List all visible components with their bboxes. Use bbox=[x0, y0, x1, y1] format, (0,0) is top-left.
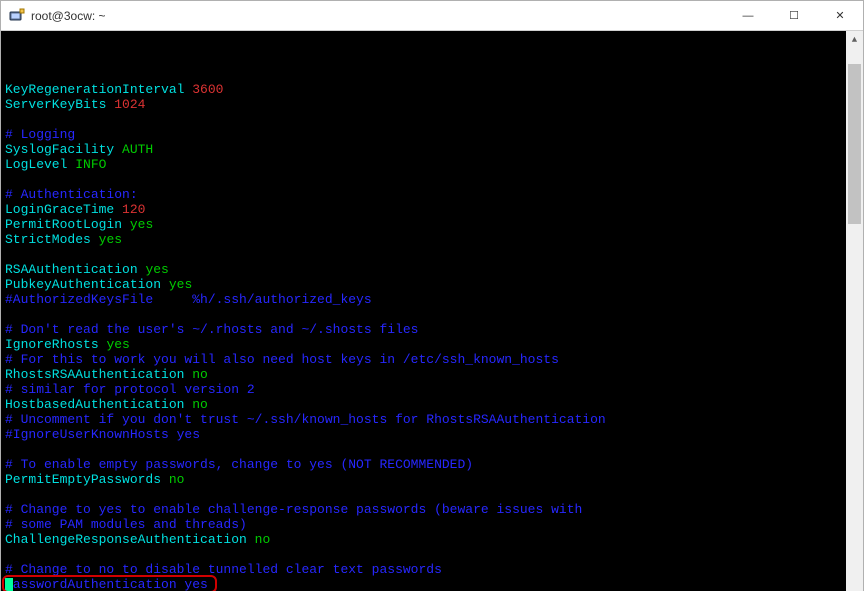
config-line: RSAAuthentication yes bbox=[5, 262, 842, 277]
config-line: # Don't read the user's ~/.rhosts and ~/… bbox=[5, 322, 842, 337]
cursor-line-text: PasswordAuthentication yes bbox=[5, 577, 208, 591]
setting-value: yes bbox=[106, 337, 129, 352]
setting-key: KeyRegenerationInterval bbox=[5, 82, 184, 97]
setting-value: yes bbox=[145, 262, 168, 277]
config-line: # Change to yes to enable challenge-resp… bbox=[5, 502, 842, 517]
setting-value: no bbox=[192, 367, 208, 382]
terminal-area: KeyRegenerationInterval 3600ServerKeyBit… bbox=[1, 31, 863, 591]
setting-key: ServerKeyBits bbox=[5, 97, 106, 112]
titlebar[interactable]: root@3ocw: ~ — ☐ ✕ bbox=[1, 1, 863, 31]
config-line: #IgnoreUserKnownHosts yes bbox=[5, 427, 842, 442]
config-line: # To enable empty passwords, change to y… bbox=[5, 457, 842, 472]
config-line: PubkeyAuthentication yes bbox=[5, 277, 842, 292]
scroll-up-arrow[interactable]: ▲ bbox=[846, 31, 863, 48]
config-line: ServerKeyBits 1024 bbox=[5, 97, 842, 112]
comment-text: # Authentication: bbox=[5, 187, 138, 202]
comment-text: # some PAM modules and threads) bbox=[5, 517, 247, 532]
comment-text: # Don't read the user's ~/.rhosts and ~/… bbox=[5, 322, 418, 337]
comment-text: # Uncomment if you don't trust ~/.ssh/kn… bbox=[5, 412, 606, 427]
config-line: PermitRootLogin yes bbox=[5, 217, 842, 232]
blank-line bbox=[5, 547, 842, 562]
setting-value: yes bbox=[169, 277, 192, 292]
text-cursor bbox=[5, 578, 13, 591]
setting-value: yes bbox=[130, 217, 153, 232]
config-line: SyslogFacility AUTH bbox=[5, 142, 842, 157]
config-line: LoginGraceTime 120 bbox=[5, 202, 842, 217]
config-line: IgnoreRhosts yes bbox=[5, 337, 842, 352]
blank-line bbox=[5, 112, 842, 127]
setting-value: 3600 bbox=[192, 82, 223, 97]
blank-line bbox=[5, 487, 842, 502]
maximize-button[interactable]: ☐ bbox=[771, 1, 817, 31]
terminal[interactable]: KeyRegenerationInterval 3600ServerKeyBit… bbox=[1, 31, 846, 591]
setting-key: IgnoreRhosts bbox=[5, 337, 99, 352]
comment-text: # similar for protocol version 2 bbox=[5, 382, 255, 397]
setting-key: SyslogFacility bbox=[5, 142, 114, 157]
setting-key: PubkeyAuthentication bbox=[5, 277, 161, 292]
setting-value: 1024 bbox=[114, 97, 145, 112]
setting-key: RhostsRSAAuthentication bbox=[5, 367, 184, 382]
config-line: KeyRegenerationInterval 3600 bbox=[5, 82, 842, 97]
putty-icon bbox=[9, 8, 25, 24]
comment-text: # For this to work you will also need ho… bbox=[5, 352, 559, 367]
config-line: HostbasedAuthentication no bbox=[5, 397, 842, 412]
config-line: # For this to work you will also need ho… bbox=[5, 352, 842, 367]
comment-text: #AuthorizedKeysFile %h/.ssh/authorized_k… bbox=[5, 292, 372, 307]
config-line: # Uncomment if you don't trust ~/.ssh/kn… bbox=[5, 412, 842, 427]
setting-value: AUTH bbox=[122, 142, 153, 157]
setting-key: PermitRootLogin bbox=[5, 217, 122, 232]
config-line: StrictModes yes bbox=[5, 232, 842, 247]
config-line: ChallengeResponseAuthentication no bbox=[5, 532, 842, 547]
config-line: PermitEmptyPasswords no bbox=[5, 472, 842, 487]
setting-value: 120 bbox=[122, 202, 145, 217]
config-line: #AuthorizedKeysFile %h/.ssh/authorized_k… bbox=[5, 292, 842, 307]
config-line: # Change to no to disable tunnelled clea… bbox=[5, 562, 842, 577]
setting-value: no bbox=[192, 397, 208, 412]
comment-text: # Logging bbox=[5, 127, 75, 142]
blank-line bbox=[5, 172, 842, 187]
setting-key: HostbasedAuthentication bbox=[5, 397, 184, 412]
minimize-button[interactable]: — bbox=[725, 1, 771, 31]
setting-value: yes bbox=[99, 232, 122, 247]
setting-key: PermitEmptyPasswords bbox=[5, 472, 161, 487]
setting-value: no bbox=[255, 532, 271, 547]
comment-text: # Change to no to disable tunnelled clea… bbox=[5, 562, 442, 577]
setting-value: no bbox=[169, 472, 185, 487]
config-line: LogLevel INFO bbox=[5, 157, 842, 172]
blank-line bbox=[5, 307, 842, 322]
config-line: # Authentication: bbox=[5, 187, 842, 202]
setting-key: LogLevel bbox=[5, 157, 67, 172]
blank-line bbox=[5, 247, 842, 262]
comment-text: # Change to yes to enable challenge-resp… bbox=[5, 502, 582, 517]
setting-key: ChallengeResponseAuthentication bbox=[5, 532, 247, 547]
config-line: # some PAM modules and threads) bbox=[5, 517, 842, 532]
setting-key: LoginGraceTime bbox=[5, 202, 114, 217]
config-line: RhostsRSAAuthentication no bbox=[5, 367, 842, 382]
comment-text: #IgnoreUserKnownHosts yes bbox=[5, 427, 200, 442]
blank-line bbox=[5, 442, 842, 457]
config-line: # similar for protocol version 2 bbox=[5, 382, 842, 397]
comment-text: # To enable empty passwords, change to y… bbox=[5, 457, 473, 472]
setting-key: StrictModes bbox=[5, 232, 91, 247]
scrollbar[interactable]: ▲ ▼ bbox=[846, 31, 863, 591]
setting-key: RSAAuthentication bbox=[5, 262, 138, 277]
config-line: PasswordAuthentication yes bbox=[5, 577, 842, 591]
close-button[interactable]: ✕ bbox=[817, 1, 863, 31]
setting-value: INFO bbox=[75, 157, 106, 172]
scrollbar-thumb[interactable] bbox=[848, 64, 861, 224]
config-line: # Logging bbox=[5, 127, 842, 142]
putty-window: root@3ocw: ~ — ☐ ✕ KeyRegenerationInterv… bbox=[0, 0, 864, 591]
window-title: root@3ocw: ~ bbox=[31, 9, 725, 23]
